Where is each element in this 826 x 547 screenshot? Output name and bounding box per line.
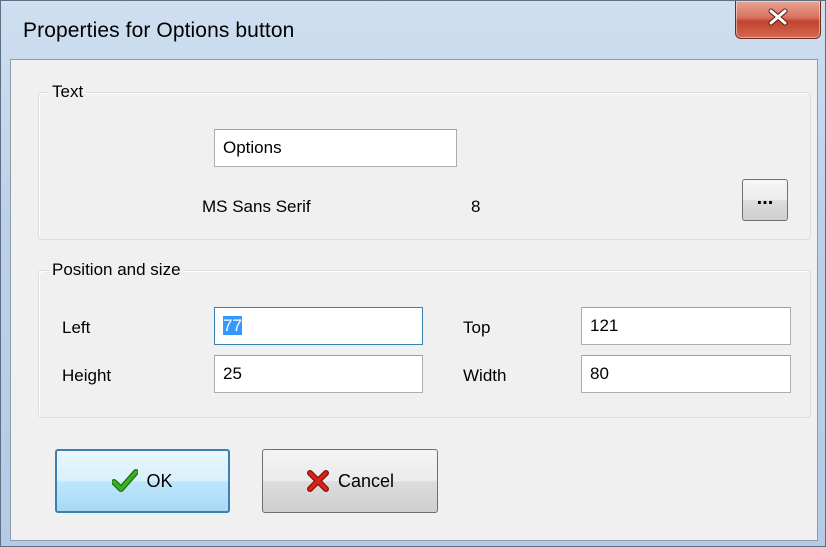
close-icon xyxy=(767,8,789,31)
checkmark-icon xyxy=(112,469,139,493)
left-label: Left xyxy=(62,318,91,337)
height-label: Height xyxy=(62,366,112,385)
ok-button[interactable]: OK xyxy=(55,449,230,513)
left-input-value: 77 xyxy=(223,316,242,335)
position-size-group-label: Position and size xyxy=(49,258,184,282)
width-input[interactable] xyxy=(581,355,791,393)
choose-font-button[interactable]: ... xyxy=(742,179,788,221)
height-input[interactable] xyxy=(214,355,423,393)
position-size-groupbox: Position and size Left 77 Top Height Wid… xyxy=(38,258,811,418)
title-bar[interactable]: Properties for Options button xyxy=(1,1,825,67)
dialog-client-area: Text MS Sans Serif 8 ... Position and si… xyxy=(10,59,818,541)
window-title: Properties for Options button xyxy=(23,19,295,42)
text-groupbox: Text MS Sans Serif 8 ... xyxy=(38,80,811,240)
font-name-label: MS Sans Serif xyxy=(202,197,311,216)
font-size-label: 8 xyxy=(471,197,481,216)
cancel-button-label: Cancel xyxy=(337,470,395,491)
text-group-label: Text xyxy=(49,80,87,104)
red-x-icon xyxy=(306,469,330,493)
properties-dialog: Properties for Options button Text MS Sa… xyxy=(0,0,826,547)
left-input[interactable]: 77 xyxy=(214,307,423,345)
close-button[interactable] xyxy=(735,1,821,39)
cancel-button[interactable]: Cancel xyxy=(262,449,438,513)
top-input[interactable] xyxy=(581,307,791,345)
ok-button-label: OK xyxy=(146,470,173,491)
top-label: Top xyxy=(463,318,491,337)
width-label: Width xyxy=(463,366,507,385)
caption-input[interactable] xyxy=(214,129,457,167)
